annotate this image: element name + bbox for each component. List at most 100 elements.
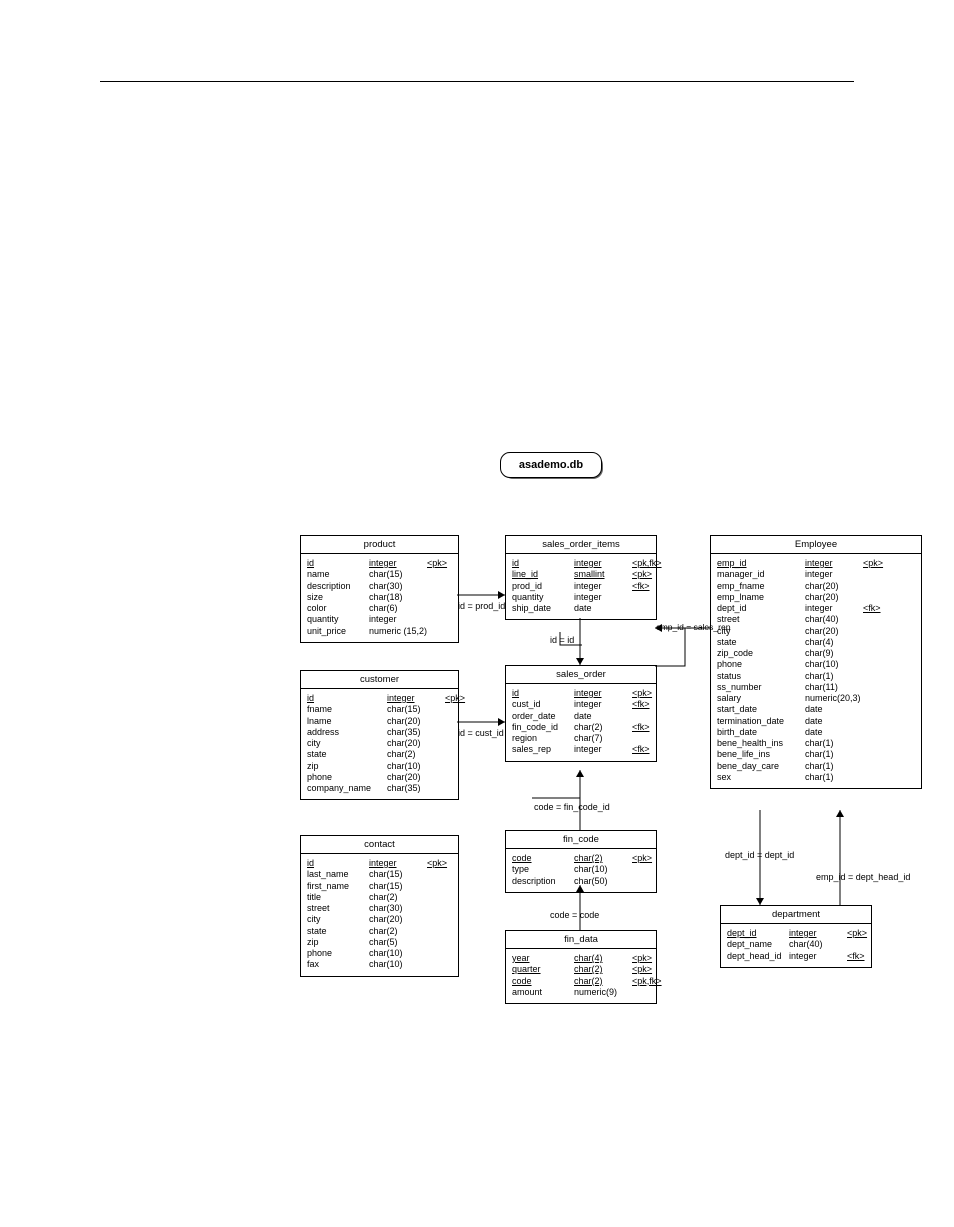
column-row: zipchar(10): [307, 761, 452, 772]
column-name: code: [512, 976, 574, 987]
column-type: char(2): [574, 976, 632, 987]
column-key: [427, 937, 457, 948]
column-row: addresschar(35): [307, 727, 452, 738]
column-name: id: [512, 688, 574, 699]
entity-sales-order-items: sales_order_items idinteger<pk,fk>line_i…: [505, 535, 657, 620]
column-row: dept_idinteger<fk>: [717, 603, 915, 614]
column-type: char(35): [387, 783, 445, 794]
column-name: last_name: [307, 869, 369, 880]
column-key: <pk>: [632, 569, 662, 580]
column-key: [427, 592, 457, 603]
column-key: [445, 716, 475, 727]
column-name: id: [512, 558, 574, 569]
column-row: codechar(2)<pk,fk>: [512, 976, 650, 987]
column-type: char(10): [574, 864, 632, 875]
column-row: lnamechar(20): [307, 716, 452, 727]
column-row: emp_idinteger<pk>: [717, 558, 915, 569]
column-type: char(20): [805, 592, 863, 603]
column-name: fin_code_id: [512, 722, 574, 733]
column-row: termination_datedate: [717, 716, 915, 727]
relation-label: code = code: [550, 910, 599, 920]
column-key: [863, 727, 893, 738]
column-name: state: [307, 749, 387, 760]
column-type: char(20): [387, 738, 445, 749]
column-name: order_date: [512, 711, 574, 722]
column-type: char(35): [387, 727, 445, 738]
column-type: char(20): [805, 581, 863, 592]
column-key: [427, 869, 457, 880]
column-name: bene_life_ins: [717, 749, 805, 760]
column-key: <fk>: [632, 744, 662, 755]
column-type: char(20): [387, 772, 445, 783]
column-name: phone: [307, 772, 387, 783]
entity-title: sales_order_items: [506, 536, 656, 554]
column-key: [427, 569, 457, 580]
column-key: [863, 749, 893, 760]
column-type: char(40): [805, 614, 863, 625]
column-row: sexchar(1): [717, 772, 915, 783]
column-name: line_id: [512, 569, 574, 580]
relation-label: id = id: [550, 635, 574, 645]
column-name: fname: [307, 704, 387, 715]
column-type: integer: [369, 858, 427, 869]
column-name: id: [307, 858, 369, 869]
column-key: [427, 603, 457, 614]
column-name: phone: [717, 659, 805, 670]
column-name: amount: [512, 987, 574, 998]
column-type: integer: [574, 744, 632, 755]
column-type: integer: [789, 928, 847, 939]
column-type: char(9): [805, 648, 863, 659]
column-type: date: [574, 603, 632, 614]
column-key: [445, 783, 475, 794]
column-key: <pk,fk>: [632, 976, 662, 987]
entity-title: customer: [301, 671, 458, 689]
column-key: <pk>: [445, 693, 475, 704]
column-row: citychar(20): [307, 914, 452, 925]
column-row: descriptionchar(50): [512, 876, 650, 887]
column-key: [427, 892, 457, 903]
entity-contact: contact idinteger<pk>last_namechar(15)fi…: [300, 835, 459, 977]
column-key: [863, 761, 893, 772]
column-name: region: [512, 733, 574, 744]
column-name: birth_date: [717, 727, 805, 738]
column-row: idinteger<pk>: [307, 693, 452, 704]
column-type: integer: [369, 614, 427, 625]
column-type: integer: [789, 951, 847, 962]
column-row: start_datedate: [717, 704, 915, 715]
column-name: id: [307, 558, 369, 569]
entity-fin-code: fin_code codechar(2)<pk>typechar(10)desc…: [505, 830, 657, 893]
relation-label: emp_id = sales_rep: [656, 622, 730, 632]
column-type: char(1): [805, 738, 863, 749]
horizontal-rule: [100, 81, 854, 82]
column-row: colorchar(6): [307, 603, 452, 614]
entity-columns: idinteger<pk>last_namechar(15)first_name…: [301, 854, 458, 976]
entity-title: fin_data: [506, 931, 656, 949]
column-type: char(20): [805, 626, 863, 637]
column-row: birth_datedate: [717, 727, 915, 738]
column-key: <pk,fk>: [632, 558, 662, 569]
column-key: <pk>: [427, 858, 457, 869]
column-key: <fk>: [863, 603, 893, 614]
column-type: char(4): [574, 953, 632, 964]
entity-columns: codechar(2)<pk>typechar(10)descriptionch…: [506, 849, 656, 892]
column-row: statechar(2): [307, 926, 452, 937]
column-row: unit_pricenumeric (15,2): [307, 626, 452, 637]
column-name: zip: [307, 937, 369, 948]
column-type: char(4): [805, 637, 863, 648]
column-type: char(2): [387, 749, 445, 760]
column-name: first_name: [307, 881, 369, 892]
column-key: [632, 711, 662, 722]
column-key: [632, 876, 662, 887]
column-name: description: [307, 581, 369, 592]
column-type: integer: [387, 693, 445, 704]
column-key: <fk>: [632, 581, 662, 592]
column-name: start_date: [717, 704, 805, 715]
column-key: [863, 637, 893, 648]
relation-label: dept_id = dept_id: [725, 850, 794, 860]
column-type: char(30): [369, 903, 427, 914]
column-name: state: [717, 637, 805, 648]
column-key: [427, 614, 457, 625]
column-type: char(11): [805, 682, 863, 693]
column-key: [427, 881, 457, 892]
column-type: char(40): [789, 939, 847, 950]
